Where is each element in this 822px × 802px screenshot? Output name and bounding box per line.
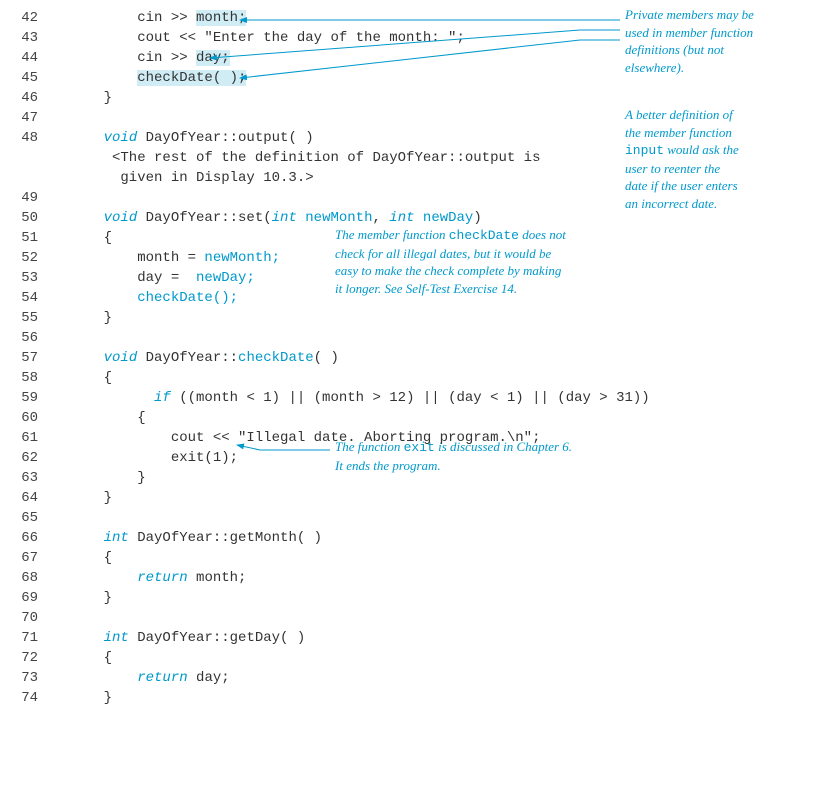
code-content: {: [70, 370, 112, 386]
code-line: 65: [10, 510, 822, 530]
code-content: <The rest of the definition of DayOfYear…: [70, 150, 540, 166]
line-number: 42: [10, 10, 38, 26]
code-line: 58 {: [10, 370, 822, 390]
code-line: 71 int DayOfYear::getDay( ): [10, 630, 822, 650]
code-content: return month;: [70, 570, 246, 586]
code-content: }: [70, 690, 112, 706]
code-content: return day;: [70, 670, 230, 686]
code-content: void DayOfYear::output( ): [70, 130, 314, 146]
line-number: 51: [10, 230, 38, 246]
code-content: cout << "Enter the day of the month: ";: [70, 30, 465, 46]
code-line: 67 {: [10, 550, 822, 570]
code-line: 73 return day;: [10, 670, 822, 690]
code-content: cin >> day;: [70, 50, 230, 66]
annotation-better-definition: A better definition of the member functi…: [625, 106, 810, 212]
code-content: if ((month < 1) || (month > 12) || (day …: [70, 390, 650, 406]
line-number: 46: [10, 90, 38, 106]
line-number: 44: [10, 50, 38, 66]
annotation-private-members: Private members may be used in member fu…: [625, 6, 810, 76]
code-line: 66 int DayOfYear::getMonth( ): [10, 530, 822, 550]
line-number: 61: [10, 430, 38, 446]
code-content: {: [70, 550, 112, 566]
code-content: checkDate( );: [70, 70, 246, 86]
line-number: 53: [10, 270, 38, 286]
line-number: 62: [10, 450, 38, 466]
code-content: {: [70, 650, 112, 666]
line-number: 47: [10, 110, 38, 126]
code-content: }: [70, 90, 112, 106]
code-line: 57 void DayOfYear::checkDate( ): [10, 350, 822, 370]
code-line: 72 {: [10, 650, 822, 670]
line-number: 68: [10, 570, 38, 586]
code-content: int DayOfYear::getDay( ): [70, 630, 305, 646]
code-line: 59 if ((month < 1) || (month > 12) || (d…: [10, 390, 822, 410]
code-content: void DayOfYear::checkDate( ): [70, 350, 339, 366]
code-content: cin >> month;: [70, 10, 246, 26]
code-content: }: [70, 590, 112, 606]
code-content: }: [70, 470, 146, 486]
line-number: 64: [10, 490, 38, 506]
line-number: 65: [10, 510, 38, 526]
line-number: 55: [10, 310, 38, 326]
code-content: {: [70, 230, 112, 246]
annotation-checkdate: The member function checkDate does not c…: [335, 226, 625, 297]
line-number: 71: [10, 630, 38, 646]
line-number: 56: [10, 330, 38, 346]
code-line: 64 }: [10, 490, 822, 510]
line-number: 50: [10, 210, 38, 226]
line-number: 69: [10, 590, 38, 606]
code-line: 55 }: [10, 310, 822, 330]
code-line: 70: [10, 610, 822, 630]
line-number: 70: [10, 610, 38, 626]
code-line: 56: [10, 330, 822, 350]
line-number: 67: [10, 550, 38, 566]
code-line: 68 return month;: [10, 570, 822, 590]
line-number: 57: [10, 350, 38, 366]
code-content: day = newDay;: [70, 270, 255, 286]
line-number: 58: [10, 370, 38, 386]
line-number: 45: [10, 70, 38, 86]
line-number: 73: [10, 670, 38, 686]
code-content: int DayOfYear::getMonth( ): [70, 530, 322, 546]
line-number: 72: [10, 650, 38, 666]
line-number: 48: [10, 130, 38, 146]
code-content: }: [70, 490, 112, 506]
annotation-exit: The function exit is discussed in Chapte…: [335, 438, 635, 474]
line-number: 60: [10, 410, 38, 426]
line-number: 59: [10, 390, 38, 406]
code-content: checkDate();: [70, 290, 238, 306]
code-content: given in Display 10.3.>: [70, 170, 314, 186]
code-content: exit(1);: [70, 450, 238, 466]
line-number: 54: [10, 290, 38, 306]
line-number: 52: [10, 250, 38, 266]
code-line: 74 }: [10, 690, 822, 710]
code-content: }: [70, 310, 112, 326]
line-number: 74: [10, 690, 38, 706]
line-number: 63: [10, 470, 38, 486]
line-number: 43: [10, 30, 38, 46]
code-content: month = newMonth;: [70, 250, 280, 266]
line-number: 66: [10, 530, 38, 546]
line-number: 49: [10, 190, 38, 206]
code-line: 60 {: [10, 410, 822, 430]
code-content: {: [70, 410, 146, 426]
code-content: void DayOfYear::set(int newMonth, int ne…: [70, 210, 482, 226]
code-line: 69 }: [10, 590, 822, 610]
